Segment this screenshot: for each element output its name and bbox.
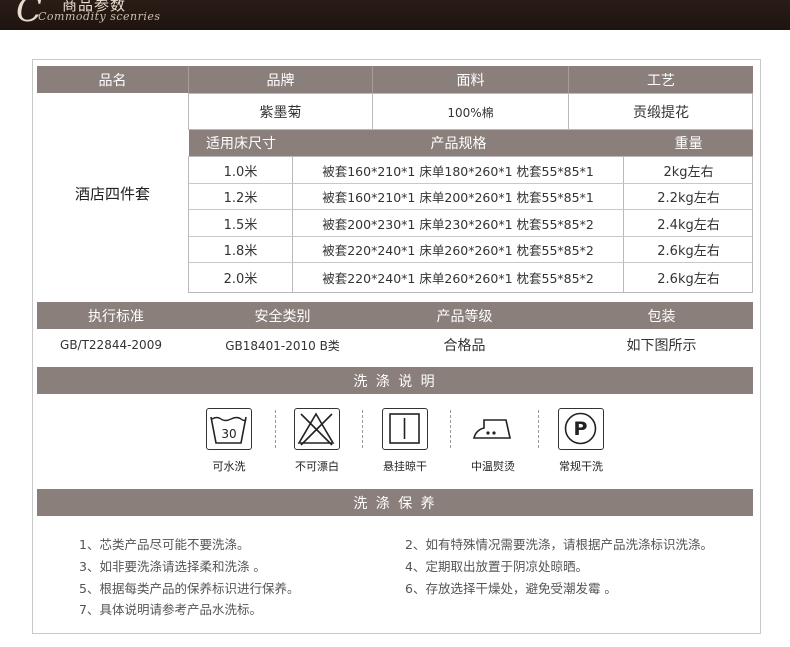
dry-clean-text: P [574, 418, 588, 440]
size-cell: 1.0米 [223, 164, 258, 180]
fabric-value: 100%棉 [447, 105, 494, 120]
care-title: 洗 涤 保 养 [37, 489, 753, 516]
safety-value: GB18401-2010 B类 [225, 338, 340, 353]
weight-cell: 2.2kg左右 [657, 191, 720, 206]
wash-title: 洗 涤 说 明 [37, 367, 753, 394]
header-weight: 重量 [674, 136, 703, 152]
header-safety: 安全类别 [254, 308, 311, 325]
size-cell: 1.2米 [223, 191, 258, 206]
weight-cell: 2.6kg左右 [657, 244, 720, 259]
header-standard: 执行标准 [88, 308, 144, 325]
header-brand: 品牌 [266, 72, 295, 89]
iron-medium-icon [470, 408, 516, 450]
icon-separator [450, 410, 451, 448]
spec-cell: 被套160*210*1 床单200*260*1 枕套55*85*1 [322, 190, 594, 205]
spec-cell: 被套220*240*1 床单260*260*1 枕套55*85*2 [322, 243, 594, 258]
header-divider [568, 66, 569, 93]
size-cell: 2.0米 [223, 272, 258, 287]
icon-separator [362, 410, 363, 448]
no-bleach-icon [294, 408, 340, 450]
header-divider [188, 66, 189, 93]
brand-value: 紫墨菊 [259, 105, 302, 121]
care-note: 1、芯类产品尽可能不要洗涤。 [79, 537, 250, 552]
no-bleach-label: 不可漂白 [295, 460, 339, 473]
product-name: 酒店四件套 [74, 184, 150, 203]
spec-cell: 被套160*210*1 床单180*260*1 枕套55*85*1 [322, 163, 594, 179]
wash-30-icon: 30 [206, 408, 252, 450]
hang-dry-label: 悬挂晾干 [383, 460, 427, 473]
weight-cell: 2kg左右 [663, 164, 714, 180]
header-product-name: 品名 [98, 72, 127, 89]
banner-subtitle: Commodity scenries [38, 10, 161, 23]
care-note: 6、存放选择干燥处，避免受潮发霉 。 [405, 581, 617, 596]
care-note: 7、具体说明请参考产品水洗标。 [79, 602, 262, 617]
craft-value: 贡缎提花 [633, 105, 689, 121]
header-bed-size: 适用床尺寸 [206, 136, 276, 152]
header-package: 包装 [647, 308, 676, 325]
hang-dry-icon [382, 408, 428, 450]
standard-value: GB/T22844-2009 [60, 338, 162, 352]
header-banner: C 商品参数 Commodity scenries [0, 0, 790, 30]
icon-separator [275, 410, 276, 448]
dry-clean-icon: P [558, 408, 604, 450]
spec-cell: 被套200*230*1 床单230*260*1 枕套55*85*2 [322, 216, 594, 232]
dry-clean-label: 常规干洗 [559, 460, 603, 473]
care-note: 2、如有特殊情况需要洗涤，请根据产品洗涤标识洗涤。 [405, 537, 713, 552]
header-divider [372, 66, 373, 93]
grade-value: 合格品 [443, 338, 486, 354]
icon-separator [538, 410, 539, 448]
size-cell: 1.5米 [223, 217, 258, 233]
weight-cell: 2.6kg左右 [657, 272, 720, 287]
iron-label: 中温熨烫 [471, 460, 515, 473]
care-note: 5、根据每类产品的保养标识进行保养。 [79, 581, 300, 596]
weight-cell: 2.4kg左右 [657, 217, 720, 233]
wash-temp-text: 30 [221, 427, 236, 441]
header-fabric: 面料 [456, 72, 485, 89]
header-spec: 产品规格 [430, 136, 487, 152]
header-grade: 产品等级 [436, 308, 493, 325]
spec-cell: 被套220*240*1 床单260*260*1 枕套55*85*2 [322, 271, 594, 286]
package-value: 如下图所示 [626, 338, 697, 354]
header-craft: 工艺 [647, 72, 675, 89]
wash-label: 可水洗 [212, 460, 246, 473]
care-note: 3、如非要洗涤请选择柔和洗涤 。 [79, 559, 266, 574]
care-note: 4、定期取出放置于阴凉处晾晒。 [405, 559, 588, 574]
size-cell: 1.8米 [223, 244, 258, 259]
